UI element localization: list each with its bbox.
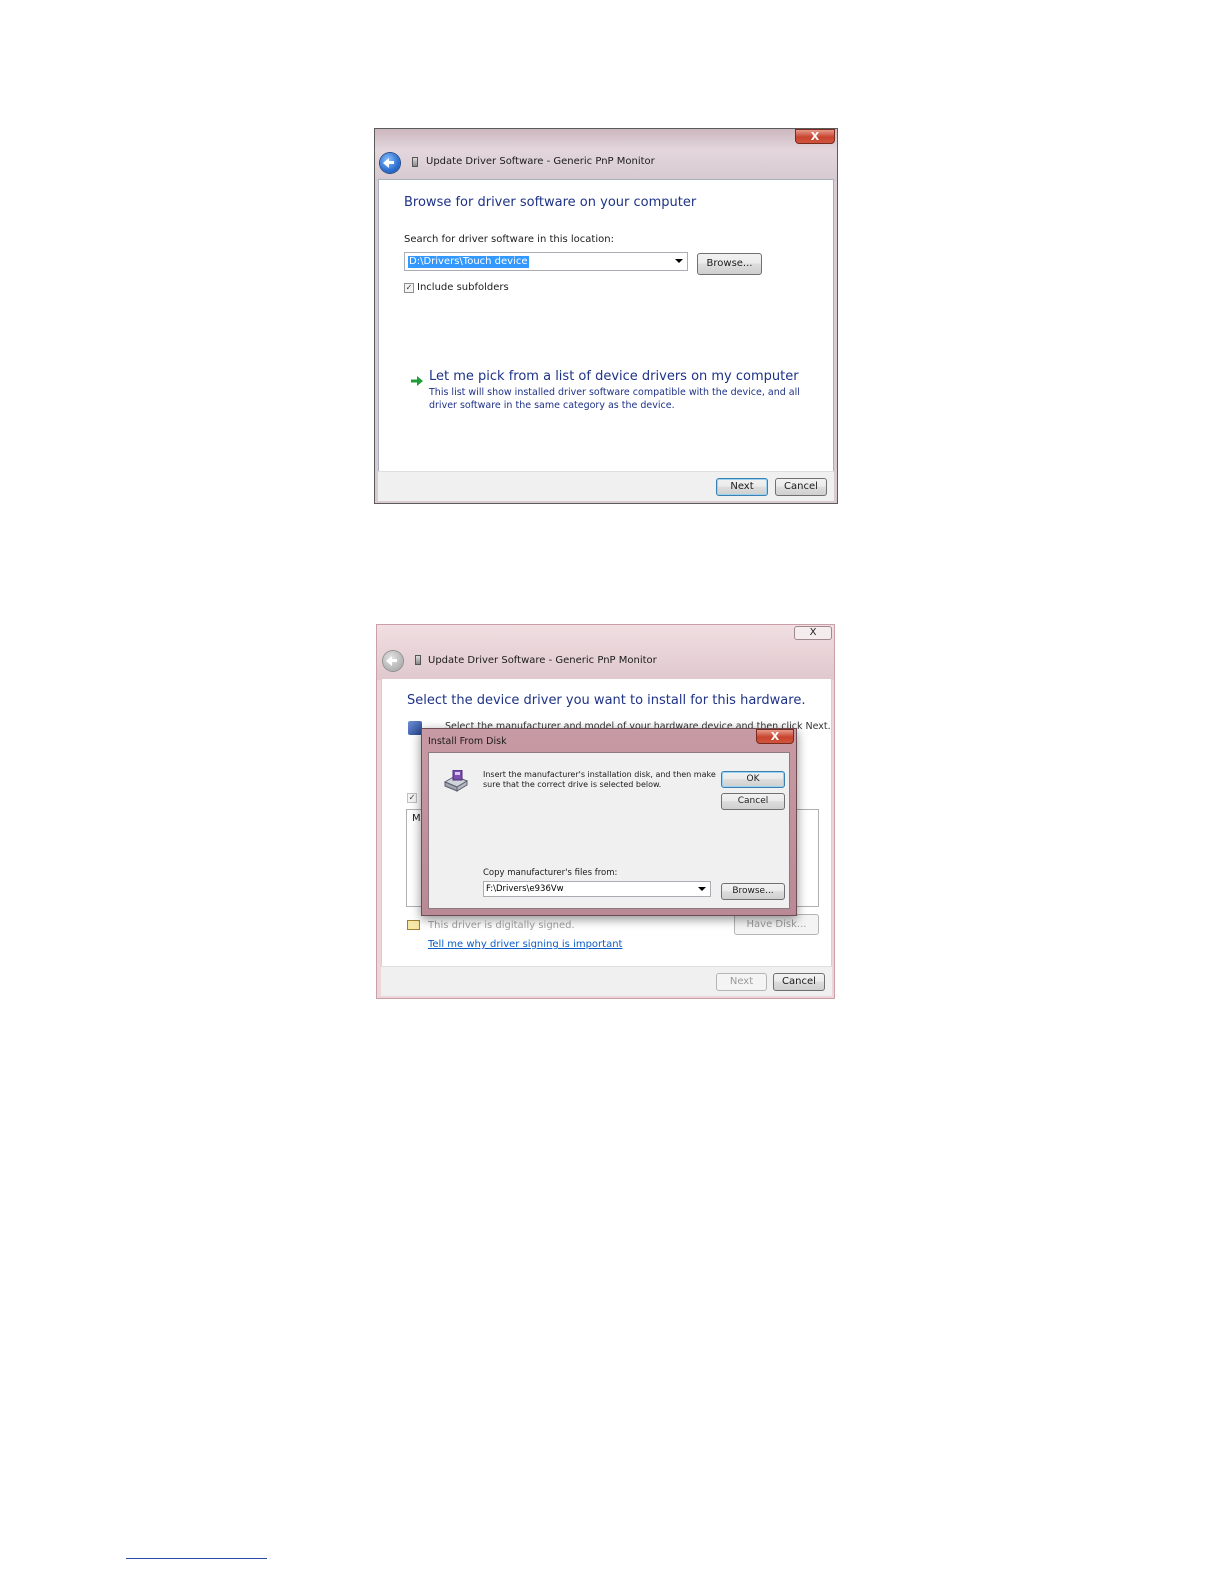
pick-from-list-link[interactable]: Let me pick from a list of device driver…	[429, 369, 799, 384]
next-button[interactable]: Next	[716, 478, 768, 496]
wizard-content: Browse for driver software on your compu…	[378, 179, 834, 471]
dialog-close-button[interactable]: X	[756, 729, 794, 744]
page-title: Browse for driver software on your compu…	[404, 195, 697, 210]
certificate-icon	[407, 920, 420, 930]
pick-description-line2: driver software in the same category as …	[429, 400, 675, 411]
hardware-monitor-icon	[408, 721, 422, 735]
signed-status-text: This driver is digitally signed.	[428, 920, 575, 931]
search-location-label: Search for driver software in this locat…	[404, 234, 614, 245]
close-button[interactable]: X	[794, 626, 832, 640]
driver-path-combobox[interactable]: D:\Drivers\Touch device	[404, 252, 688, 271]
model-list-header: M	[412, 813, 421, 824]
dialog-browse-button[interactable]: Browse...	[721, 883, 785, 900]
browse-button[interactable]: Browse...	[697, 253, 762, 275]
next-button[interactable]: Next	[716, 973, 767, 991]
have-disk-button[interactable]: Have Disk...	[734, 914, 819, 935]
dialog-title: Install From Disk	[428, 736, 507, 747]
wizard-footer: Next Cancel	[381, 966, 832, 996]
footnote-separator	[126, 1558, 267, 1559]
show-compatible-checkbox[interactable]: ✓	[407, 793, 417, 803]
update-driver-window-select: X Update Driver Software - Generic PnP M…	[376, 624, 835, 999]
driver-path-value: D:\Drivers\Touch device	[408, 256, 529, 268]
copy-from-label: Copy manufacturer's files from:	[483, 868, 618, 878]
device-icon	[415, 655, 421, 665]
green-arrow-icon[interactable]	[411, 371, 423, 386]
copy-from-path-value: F:\Drivers\e936Vw	[486, 884, 564, 894]
close-button[interactable]: X	[795, 129, 835, 144]
window-titlebar	[377, 625, 834, 680]
back-arrow-icon[interactable]	[380, 153, 400, 173]
back-arrow-icon[interactable]	[383, 651, 403, 671]
dialog-instruction-line1: Insert the manufacturer's installation d…	[483, 770, 716, 779]
include-subfolders-label: Include subfolders	[417, 282, 509, 293]
device-icon	[412, 157, 418, 167]
window-title: Update Driver Software - Generic PnP Mon…	[426, 156, 655, 167]
window-title: Update Driver Software - Generic PnP Mon…	[428, 655, 657, 666]
disk-drive-icon	[441, 769, 469, 794]
chevron-down-icon[interactable]	[698, 887, 706, 891]
ok-button[interactable]: OK	[721, 771, 785, 788]
install-from-disk-dialog: Install From Disk X Insert the manufactu…	[421, 728, 797, 916]
pick-description-line1: This list will show installed driver sof…	[429, 387, 800, 398]
dialog-body: Insert the manufacturer's installation d…	[428, 752, 790, 909]
copy-from-path-combobox[interactable]: F:\Drivers\e936Vw	[483, 881, 711, 897]
cancel-button[interactable]: Cancel	[773, 973, 825, 991]
chevron-down-icon[interactable]	[675, 259, 683, 263]
window-titlebar	[375, 129, 837, 181]
include-subfolders-checkbox[interactable]: ✓	[404, 283, 414, 293]
driver-signing-link[interactable]: Tell me why driver signing is important	[428, 939, 622, 950]
update-driver-window-browse: X Update Driver Software - Generic PnP M…	[374, 128, 838, 504]
page-title: Select the device driver you want to ins…	[407, 693, 806, 708]
wizard-footer: Next Cancel	[378, 471, 834, 501]
dialog-cancel-button[interactable]: Cancel	[721, 793, 785, 810]
cancel-button[interactable]: Cancel	[775, 478, 827, 496]
dialog-instruction-line2: sure that the correct drive is selected …	[483, 780, 662, 789]
